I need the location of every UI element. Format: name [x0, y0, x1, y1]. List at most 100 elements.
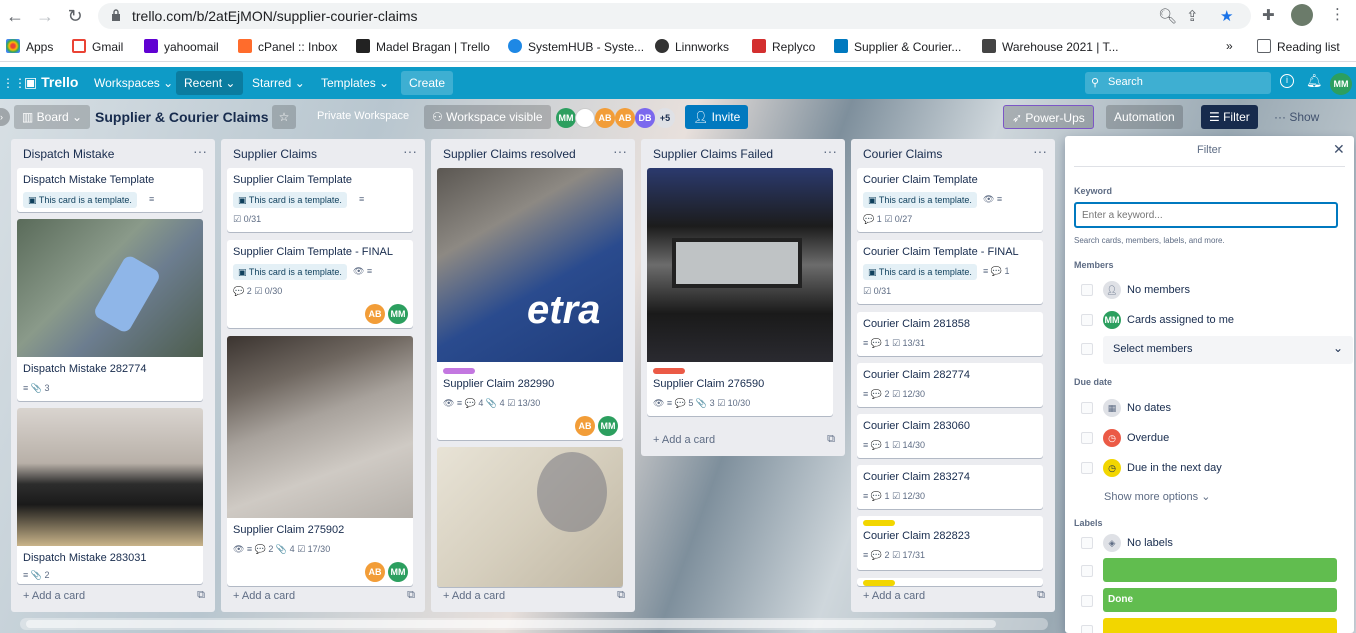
- card-member-avatar[interactable]: AB: [365, 304, 385, 324]
- list-menu-icon[interactable]: ···: [1033, 143, 1047, 159]
- card[interactable]: Courier Claim 281858 ≡ 💬 1 ☑ 13/31: [857, 312, 1043, 356]
- add-card-button[interactable]: + Add a card: [233, 590, 295, 602]
- app-switcher-icon[interactable]: ⋮⋮: [2, 76, 26, 90]
- bookmark-linnworks[interactable]: Linnworks: [655, 39, 729, 54]
- bookmarks-overflow[interactable]: »: [1226, 39, 1233, 53]
- board-title[interactable]: Supplier & Courier Claims: [95, 109, 268, 125]
- card[interactable]: [437, 447, 623, 587]
- create-button[interactable]: Create: [401, 71, 454, 95]
- starred-menu[interactable]: Starred ⌄: [244, 71, 313, 95]
- recent-menu[interactable]: Recent ⌄: [176, 71, 244, 95]
- list-menu-icon[interactable]: ···: [613, 143, 627, 159]
- card[interactable]: etra Supplier Claim 282990 👁 ≡ 💬 4 📎 4 ☑…: [437, 168, 623, 440]
- user-avatar[interactable]: MM: [1330, 73, 1352, 95]
- checkbox[interactable]: [1081, 284, 1093, 296]
- checkbox[interactable]: [1081, 565, 1093, 577]
- add-card-button[interactable]: + Add a card: [23, 590, 85, 602]
- add-card-button[interactable]: + Add a card: [443, 590, 505, 602]
- card[interactable]: Dispatch Mistake 282774 ≡ 📎 3: [17, 219, 203, 401]
- filter-due-next-day[interactable]: ◷ Due in the next day: [1081, 458, 1341, 480]
- notifications-bell-icon[interactable]: 🔔︎: [1306, 73, 1323, 89]
- template-create-icon[interactable]: ⧉: [617, 589, 625, 602]
- trello-logo[interactable]: ▣ Trello: [24, 74, 78, 91]
- template-create-icon[interactable]: ⧉: [197, 589, 205, 602]
- card-member-avatar[interactable]: MM: [388, 304, 408, 324]
- add-card-button[interactable]: + Add a card: [863, 590, 925, 602]
- template-create-icon[interactable]: ⧉: [1037, 589, 1045, 602]
- card[interactable]: Supplier Claim Template - FINAL ▣ This c…: [227, 240, 413, 328]
- card[interactable]: Dispatch Mistake 283031 ≡ 📎 2: [17, 408, 203, 584]
- filter-button[interactable]: ☰ Filter: [1201, 105, 1258, 129]
- filter-label-done[interactable]: Done: [1081, 588, 1341, 614]
- more-members[interactable]: +5: [655, 108, 675, 128]
- card[interactable]: Courier Claim 283274 ≡ 💬 1 ☑ 12/30: [857, 465, 1043, 509]
- close-icon[interactable]: ✕: [1333, 141, 1345, 158]
- url-text[interactable]: trello.com/b/2atEjMON/supplier-courier-c…: [132, 8, 418, 24]
- filter-label-yellow[interactable]: [1081, 618, 1341, 633]
- filter-no-labels[interactable]: ◈ No labels: [1081, 533, 1341, 555]
- filter-assigned-to-me[interactable]: MM Cards assigned to me: [1081, 310, 1341, 332]
- bookmark-systemhub[interactable]: SystemHUB - Syste...: [508, 39, 644, 54]
- filter-label-green[interactable]: [1081, 558, 1341, 584]
- member-avatar[interactable]: [575, 108, 595, 128]
- list-menu-icon[interactable]: ···: [823, 143, 837, 159]
- reading-list[interactable]: Reading list: [1257, 39, 1340, 54]
- bookmark-cpanel[interactable]: cPanel :: Inbox: [238, 39, 337, 54]
- board-scrollbar[interactable]: [20, 618, 1048, 630]
- card-member-avatar[interactable]: AB: [365, 562, 385, 582]
- bookmark-yahoomail[interactable]: yahoomail: [144, 39, 219, 54]
- member-avatar[interactable]: DB: [635, 108, 655, 128]
- list-title[interactable]: Supplier Claims: [233, 147, 317, 161]
- filter-no-dates[interactable]: ▦ No dates: [1081, 398, 1341, 420]
- card-label[interactable]: [443, 368, 475, 374]
- card[interactable]: Courier Claim Template - FINAL ▣ This ca…: [857, 240, 1043, 304]
- card[interactable]: Supplier Claim Template ▣ This card is a…: [227, 168, 413, 232]
- reload-icon[interactable]: ↻: [64, 5, 86, 27]
- member-avatar[interactable]: MM: [556, 108, 576, 128]
- checkbox[interactable]: [1081, 432, 1093, 444]
- label-green[interactable]: [1103, 558, 1337, 582]
- card[interactable]: Courier Claim 283060 ≡ 💬 1 ☑ 14/30: [857, 414, 1043, 458]
- member-avatar[interactable]: AB: [615, 108, 635, 128]
- bookmark-replyco[interactable]: Replyco: [752, 39, 815, 54]
- checkbox[interactable]: [1081, 402, 1093, 414]
- card[interactable]: Dispatch Mistake Template ▣ This card is…: [17, 168, 203, 212]
- list-menu-icon[interactable]: ···: [403, 143, 417, 159]
- card-member-avatar[interactable]: MM: [388, 562, 408, 582]
- bookmark-warehouse[interactable]: Warehouse 2021 | T...: [982, 39, 1119, 54]
- scrollbar-thumb[interactable]: [26, 620, 996, 628]
- sidebar-toggle-icon[interactable]: ›: [0, 108, 10, 126]
- info-icon[interactable]: i: [1280, 74, 1294, 88]
- filter-overdue[interactable]: ◷ Overdue: [1081, 428, 1341, 450]
- card[interactable]: Supplier Claim 275902 👁 ≡ 💬 2 📎 4 ☑ 17/3…: [227, 336, 413, 586]
- show-menu-button[interactable]: ··· Show menu: [1266, 105, 1356, 148]
- card-member-avatar[interactable]: AB: [575, 416, 595, 436]
- power-ups-button[interactable]: ➶ Power-Ups: [1003, 105, 1094, 129]
- workspaces-menu[interactable]: Workspaces ⌄: [86, 71, 181, 95]
- chrome-menu-icon[interactable]: ⋮: [1330, 5, 1345, 23]
- card-label[interactable]: [653, 368, 685, 374]
- card[interactable]: Courier Claim 282774 ≡ 💬 2 ☑ 12/30: [857, 363, 1043, 407]
- template-create-icon[interactable]: ⧉: [407, 589, 415, 602]
- search-input[interactable]: ⚲ Search: [1085, 72, 1271, 94]
- extensions-icon[interactable]: ✚: [1262, 6, 1275, 24]
- add-card-button[interactable]: + Add a card: [653, 434, 715, 446]
- automation-button[interactable]: Automation: [1106, 105, 1183, 129]
- checkbox[interactable]: [1081, 462, 1093, 474]
- bookmark-apps[interactable]: Apps: [6, 39, 53, 54]
- board-view-switcher[interactable]: ▥ Board ⌄: [14, 105, 91, 129]
- bookmark-madel-trello[interactable]: Madel Bragan | Trello: [356, 39, 490, 54]
- template-create-icon[interactable]: ⧉: [827, 433, 835, 446]
- templates-menu[interactable]: Templates ⌄: [313, 71, 397, 95]
- card-label[interactable]: [863, 520, 895, 526]
- checkbox[interactable]: [1081, 314, 1093, 326]
- zoom-icon[interactable]: 🔍︎: [1158, 7, 1177, 25]
- profile-avatar[interactable]: [1291, 4, 1313, 26]
- filter-select-members[interactable]: Select members ⌄: [1081, 336, 1353, 364]
- visibility-button[interactable]: ⚇ Workspace visible: [424, 105, 551, 129]
- card[interactable]: Supplier Claim 276590 👁 ≡ 💬 5 📎 3 ☑ 10/3…: [647, 168, 833, 416]
- card-label[interactable]: [863, 580, 895, 586]
- filter-no-members[interactable]: 👤︎ No members: [1081, 280, 1341, 302]
- card[interactable]: Courier Claim 282823 ≡ 💬 2 ☑ 17/31: [857, 516, 1043, 570]
- card[interactable]: Courier Claim Template ▣ This card is a …: [857, 168, 1043, 232]
